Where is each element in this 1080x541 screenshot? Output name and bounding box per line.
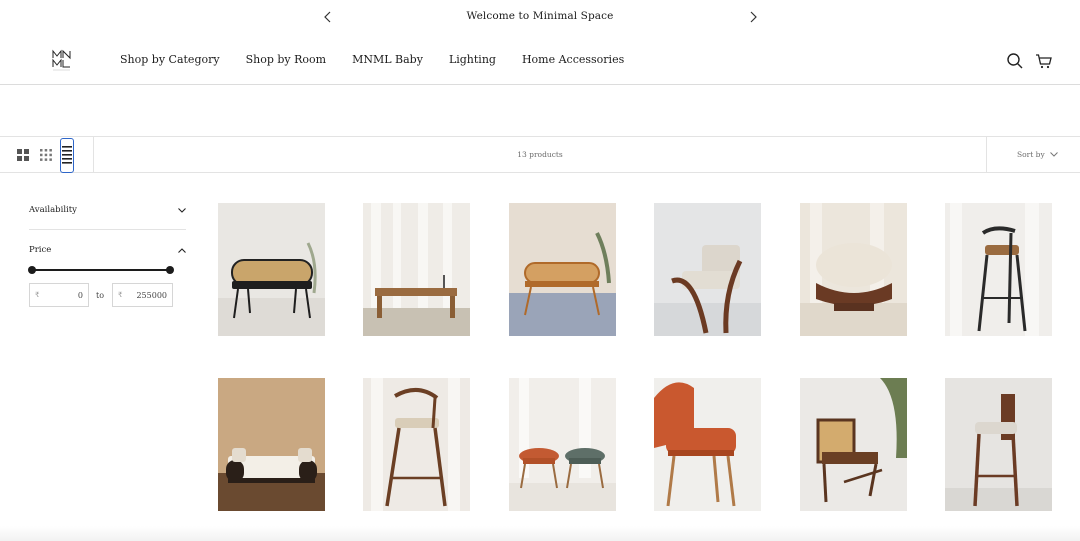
product-image-cane-back-bench bbox=[509, 203, 616, 336]
product-image-twin-stools bbox=[509, 378, 616, 511]
price-filter-label: Price bbox=[29, 245, 52, 255]
announcement-bar: Welcome to Minimal Space bbox=[0, 0, 1080, 34]
list-icon bbox=[62, 145, 72, 164]
logo[interactable] bbox=[50, 48, 74, 72]
site-header: Shop by Category Shop by Room MNML Baby … bbox=[0, 34, 1080, 85]
product-card[interactable] bbox=[945, 203, 1052, 336]
product-image-cane-bench bbox=[218, 203, 325, 336]
announcement-message: Welcome to Minimal Space bbox=[466, 10, 614, 22]
product-image-wooden-bar-stool bbox=[363, 378, 470, 511]
product-card[interactable] bbox=[363, 378, 470, 511]
product-image-tall-bar-chair bbox=[945, 378, 1052, 511]
currency-symbol: ₹ bbox=[118, 291, 123, 299]
nav-shop-by-category[interactable]: Shop by Category bbox=[120, 53, 220, 66]
chevron-right-icon bbox=[750, 11, 757, 23]
product-card[interactable] bbox=[945, 378, 1052, 511]
announcement-prev-button[interactable] bbox=[319, 8, 337, 26]
currency-symbol: ₹ bbox=[35, 291, 40, 299]
chevron-down-icon bbox=[178, 207, 186, 213]
nav-mnml-baby[interactable]: MNML Baby bbox=[352, 53, 423, 66]
availability-filter-toggle[interactable]: Availability bbox=[29, 205, 186, 215]
main-nav: Shop by Category Shop by Room MNML Baby … bbox=[120, 53, 650, 66]
price-min-value: 0 bbox=[77, 290, 83, 300]
availability-filter: Availability bbox=[29, 205, 186, 215]
price-min-handle[interactable] bbox=[28, 266, 36, 274]
product-image-round-pouf bbox=[800, 203, 907, 336]
grid-large-icon bbox=[17, 149, 29, 161]
price-max-handle[interactable] bbox=[166, 266, 174, 274]
product-image-black-bar-stool bbox=[945, 203, 1052, 336]
chevron-left-icon bbox=[324, 11, 331, 23]
price-min-input[interactable]: ₹ 0 bbox=[29, 283, 89, 307]
price-filter-toggle[interactable]: Price bbox=[29, 245, 186, 255]
grid-small-icon bbox=[40, 149, 52, 161]
chevron-up-icon bbox=[178, 247, 186, 253]
product-image-wooden-bench bbox=[363, 203, 470, 336]
product-card[interactable] bbox=[363, 203, 470, 336]
product-card[interactable] bbox=[509, 203, 616, 336]
search-icon[interactable] bbox=[1006, 52, 1024, 70]
product-card[interactable] bbox=[800, 378, 907, 511]
product-card[interactable] bbox=[654, 378, 761, 511]
product-card[interactable] bbox=[509, 378, 616, 511]
product-card[interactable] bbox=[654, 203, 761, 336]
view-grid-large-button[interactable] bbox=[14, 145, 32, 165]
filter-divider bbox=[29, 229, 186, 230]
price-range-slider[interactable] bbox=[32, 269, 170, 271]
price-to-label: to bbox=[96, 291, 105, 300]
price-filter: Price bbox=[29, 245, 186, 255]
product-image-lounge-chair bbox=[654, 203, 761, 336]
page-bottom-edge bbox=[0, 526, 1080, 541]
nav-lighting[interactable]: Lighting bbox=[449, 53, 496, 66]
product-image-orange-lounger-ottoman bbox=[654, 378, 761, 511]
toolbar-divider bbox=[986, 137, 987, 173]
product-card[interactable] bbox=[218, 378, 325, 511]
price-max-value: 255000 bbox=[136, 290, 167, 300]
view-grid-small-button[interactable] bbox=[37, 145, 55, 165]
toolbar-divider bbox=[93, 137, 94, 173]
announcement-next-button[interactable] bbox=[744, 8, 762, 26]
sort-by-dropdown[interactable]: Sort by bbox=[1017, 150, 1058, 159]
view-list-button[interactable] bbox=[60, 138, 74, 173]
product-image-cane-daybed bbox=[218, 378, 325, 511]
product-card[interactable] bbox=[800, 203, 907, 336]
product-count: 13 products bbox=[517, 150, 563, 159]
nav-home-accessories[interactable]: Home Accessories bbox=[522, 53, 624, 66]
sort-by-label: Sort by bbox=[1017, 150, 1045, 159]
price-max-input[interactable]: ₹ 255000 bbox=[112, 283, 173, 307]
collection-toolbar: 13 products Sort by bbox=[0, 136, 1080, 173]
cart-icon[interactable] bbox=[1035, 52, 1053, 70]
product-card[interactable] bbox=[218, 203, 325, 336]
availability-filter-label: Availability bbox=[29, 205, 77, 215]
product-image-cane-low-chair bbox=[800, 378, 907, 511]
nav-shop-by-room[interactable]: Shop by Room bbox=[246, 53, 327, 66]
chevron-down-icon bbox=[1049, 152, 1058, 157]
